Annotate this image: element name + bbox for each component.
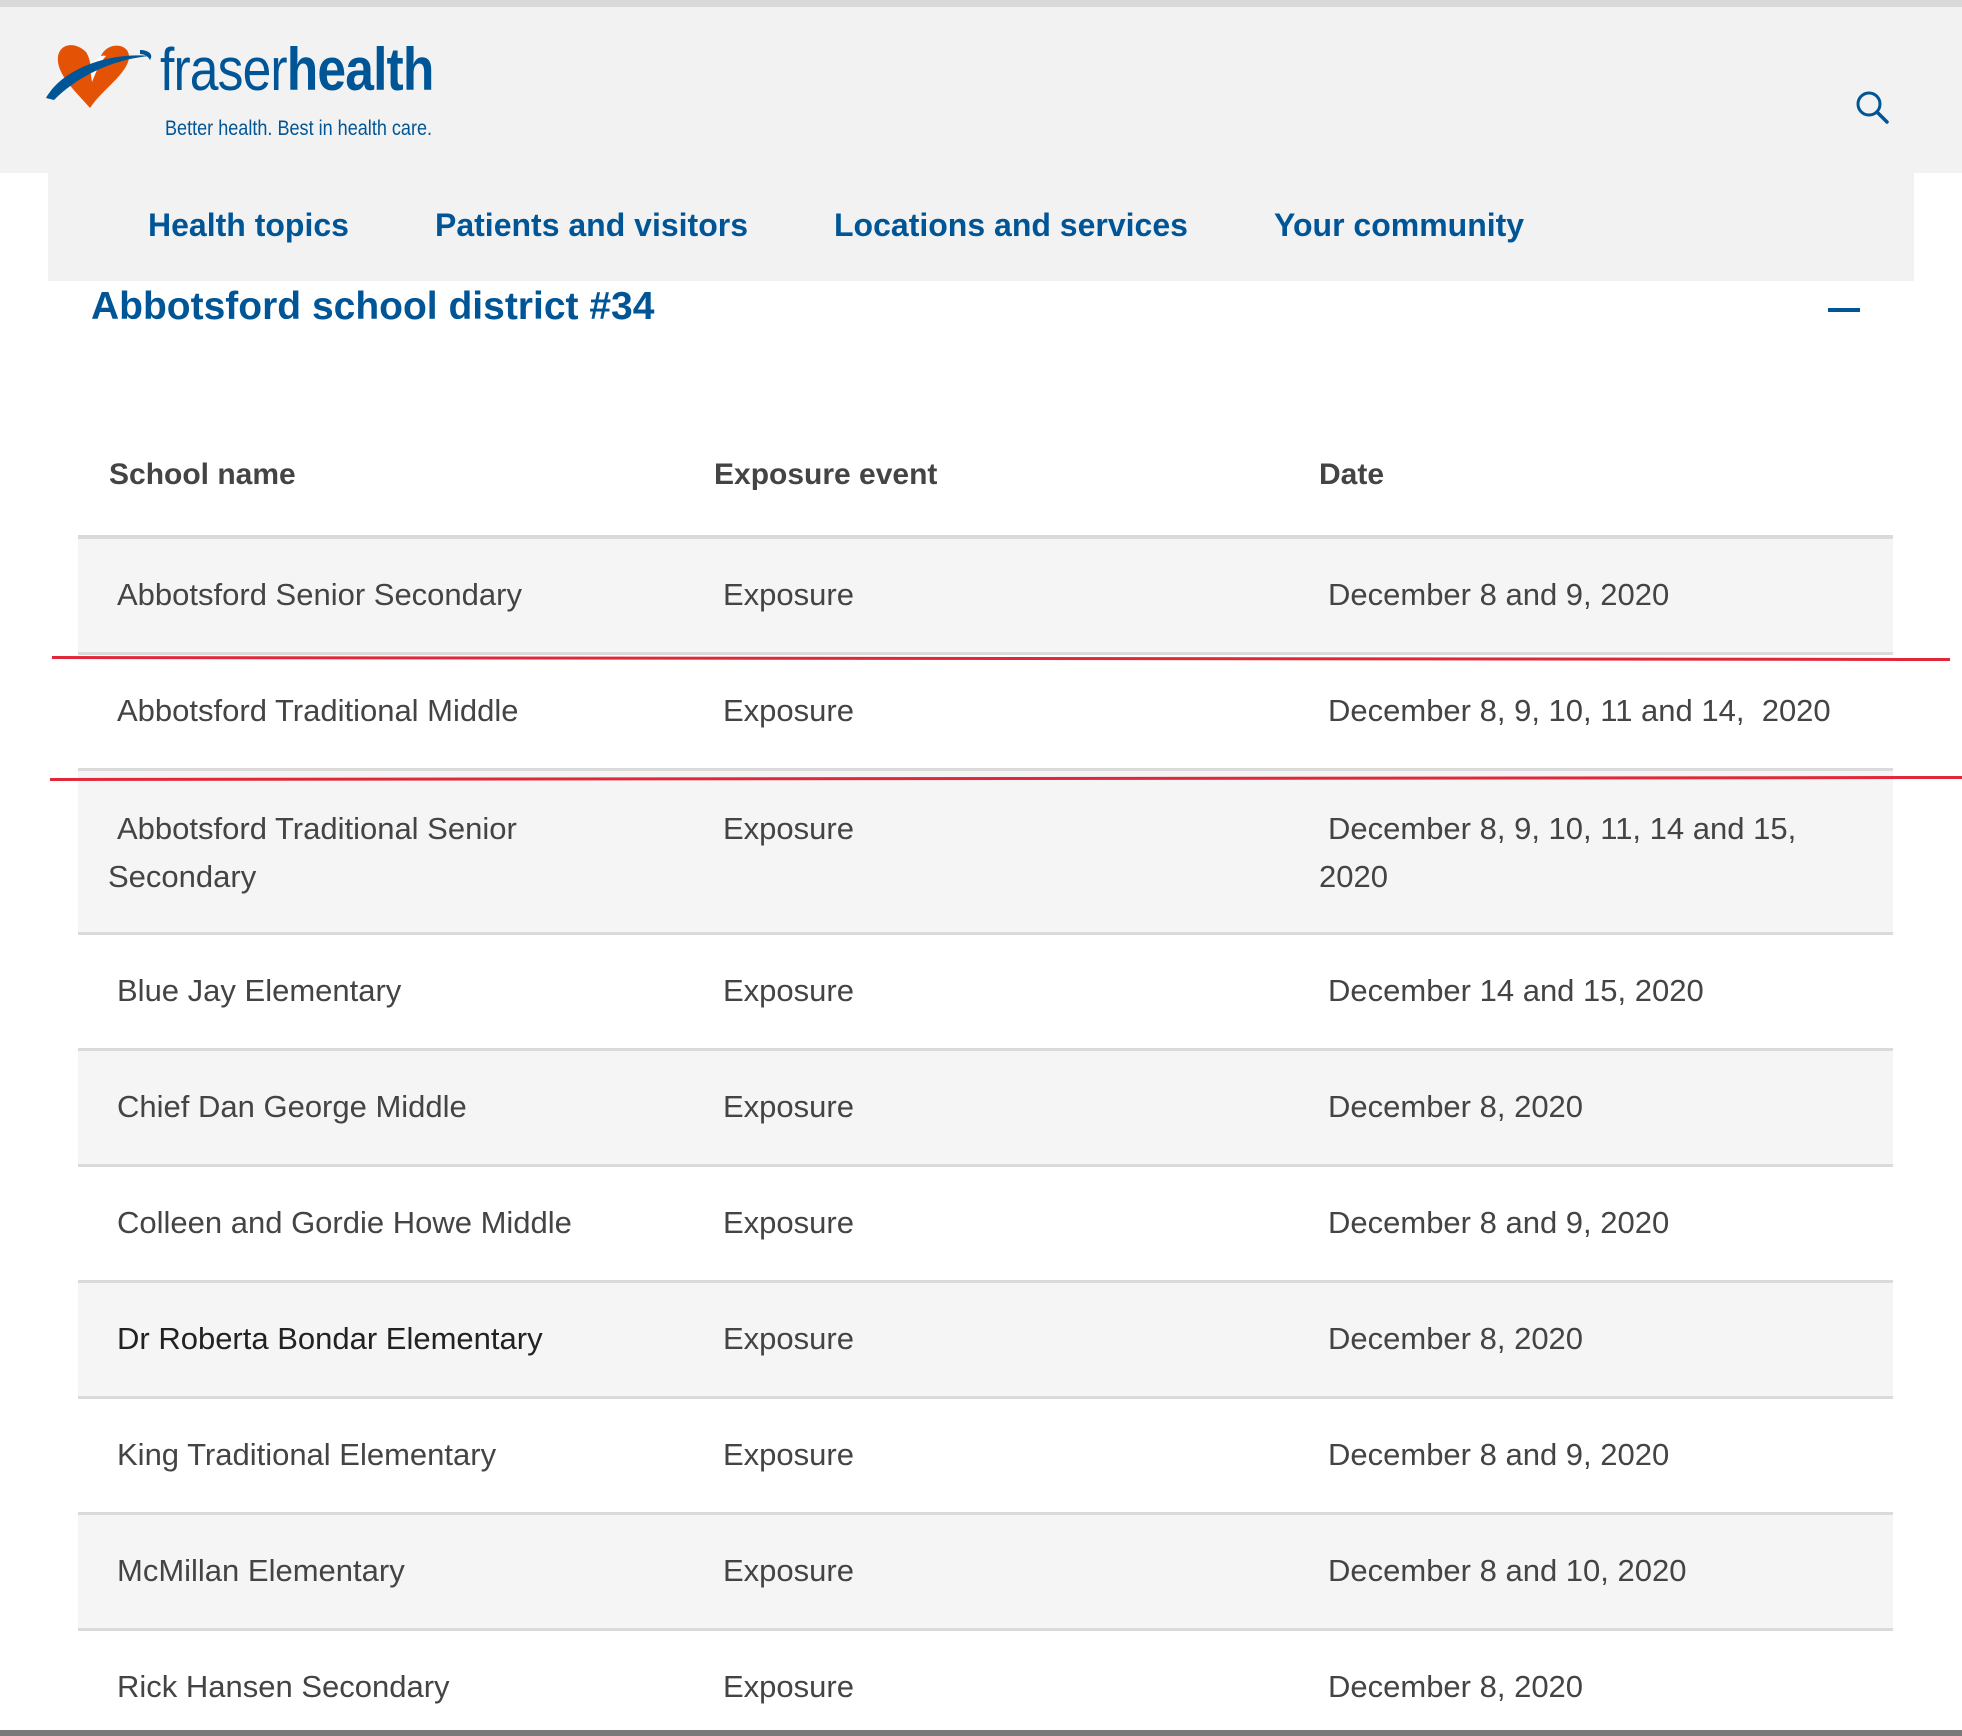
cell-date: December 8, 9, 10, 11 and 14, 2020 — [1328, 693, 1831, 728]
cell-school: Abbotsford Traditional Middle — [117, 693, 519, 728]
nav-health-topics[interactable]: Health topics — [148, 173, 349, 281]
cell-event: Exposure — [723, 1669, 854, 1704]
table-row: Abbotsford Traditional Middle Exposure D… — [78, 655, 1893, 771]
cell-date: December 8, 9, 10, 11, 14 and 15, 2020 — [1319, 811, 1797, 894]
cell-date: December 14 and 15, 2020 — [1328, 973, 1704, 1008]
nav-your-community[interactable]: Your community — [1274, 173, 1524, 281]
nav-locations-and-services[interactable]: Locations and services — [834, 173, 1188, 281]
cell-event: Exposure — [723, 1205, 854, 1240]
col-header-school: School name — [109, 458, 296, 491]
cell-school: Blue Jay Elementary — [117, 973, 402, 1008]
top-rule — [0, 0, 1962, 7]
cell-school: Dr Roberta Bondar Elementary — [117, 1321, 543, 1356]
cell-school: Rick Hansen Secondary — [117, 1669, 450, 1704]
cell-event: Exposure — [723, 1321, 854, 1356]
table-row: King Traditional Elementary Exposure Dec… — [78, 1399, 1893, 1515]
logo-tagline: Better health. Best in health care. — [165, 117, 433, 140]
collapse-button[interactable] — [1826, 293, 1866, 325]
site-header: fraserhealth Better health. Best in heal… — [0, 7, 1962, 173]
search-icon[interactable] — [1854, 89, 1890, 125]
cell-event: Exposure — [723, 1553, 854, 1588]
cell-school: Chief Dan George Middle — [117, 1089, 467, 1124]
table-row: Rick Hansen Secondary Exposure December … — [78, 1631, 1893, 1736]
cell-school: Colleen and Gordie Howe Middle — [117, 1205, 572, 1240]
cell-event: Exposure — [723, 1089, 854, 1124]
logo-word-thin: fraser — [160, 36, 288, 103]
table-row: Blue Jay Elementary Exposure December 14… — [78, 935, 1893, 1051]
cell-school: Abbotsford Senior Secondary — [117, 577, 522, 612]
bottom-rule — [0, 1730, 1962, 1736]
nav-patients-and-visitors[interactable]: Patients and visitors — [435, 173, 748, 281]
fraser-health-logo[interactable]: fraserhealth Better health. Best in heal… — [44, 32, 434, 152]
cell-event: Exposure — [723, 1437, 854, 1472]
cell-date: December 8, 2020 — [1328, 1669, 1584, 1704]
logo-wordmark: fraserhealth — [160, 40, 434, 100]
cell-school: Abbotsford Traditional Senior Secondary — [108, 811, 517, 894]
cell-school: McMillan Elementary — [117, 1553, 405, 1588]
cell-school: King Traditional Elementary — [117, 1437, 497, 1472]
cell-date: December 8 and 9, 2020 — [1328, 1205, 1670, 1240]
cell-date: December 8, 2020 — [1328, 1089, 1584, 1124]
table-row: Chief Dan George Middle Exposure Decembe… — [78, 1051, 1893, 1167]
logo-word-bold: health — [286, 36, 435, 103]
cell-date: December 8 and 9, 2020 — [1328, 1437, 1670, 1472]
main-nav: Health topics Patients and visitors Loca… — [48, 173, 1914, 281]
heart-logo-icon — [46, 45, 152, 108]
cell-event: Exposure — [723, 693, 854, 728]
cell-event: Exposure — [723, 577, 854, 612]
cell-date: December 8 and 9, 2020 — [1328, 577, 1670, 612]
section-title[interactable]: Abbotsford school district #34 — [91, 285, 654, 329]
cell-event: Exposure — [723, 811, 854, 846]
table-row: Abbotsford Senior Secondary Exposure Dec… — [78, 539, 1893, 655]
col-header-date: Date — [1319, 458, 1385, 491]
table-row: Colleen and Gordie Howe Middle Exposure … — [78, 1167, 1893, 1283]
cell-date: December 8 and 10, 2020 — [1328, 1553, 1687, 1588]
table-row: Abbotsford Traditional Senior Secondary … — [78, 771, 1893, 935]
table-header: School name Exposure event Date — [78, 430, 1893, 535]
col-header-event: Exposure event — [714, 458, 938, 491]
table-row: McMillan Elementary Exposure December 8 … — [78, 1515, 1893, 1631]
minus-icon — [1828, 308, 1860, 312]
cell-date: December 8, 2020 — [1328, 1321, 1584, 1356]
cell-event: Exposure — [723, 973, 854, 1008]
table-row: Dr Roberta Bondar Elementary Exposure De… — [78, 1283, 1893, 1399]
